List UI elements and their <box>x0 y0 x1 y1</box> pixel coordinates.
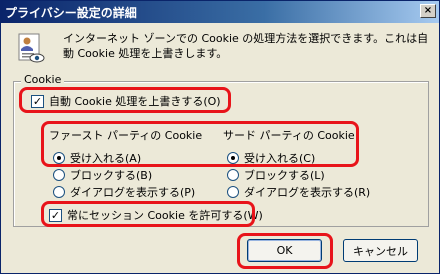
privacy-document-icon <box>18 33 45 63</box>
dialog-title: プライバシー設定の詳細 <box>5 5 137 20</box>
highlight-override-auto <box>19 87 231 113</box>
first-party-block-radio[interactable] <box>53 169 65 181</box>
highlight-party-headings <box>41 121 359 167</box>
description-text: インターネット ゾーンでの Cookie の処理方法を選択できます。これは自動 … <box>63 32 429 60</box>
first-party-prompt-label: ダイアログを表示する(P) <box>70 186 196 199</box>
third-party-prompt-radio[interactable] <box>227 186 239 198</box>
third-party-block-label: ブロックする(L) <box>244 169 325 182</box>
first-party-prompt-radio[interactable] <box>53 186 65 198</box>
third-party-prompt-radio-row[interactable]: ダイアログを表示する(R) <box>227 184 370 200</box>
group-label: Cookie <box>21 73 65 86</box>
highlight-ok-button <box>237 233 333 269</box>
third-party-prompt-label: ダイアログを表示する(R) <box>244 186 371 199</box>
close-button[interactable]: × <box>420 4 436 18</box>
highlight-session-cookies <box>41 201 255 227</box>
first-party-block-radio-row[interactable]: ブロックする(B) <box>53 167 152 183</box>
title-bar: プライバシー設定の詳細 × <box>1 1 439 23</box>
third-party-block-radio[interactable] <box>227 169 239 181</box>
cancel-button[interactable]: キャンセル <box>343 239 418 262</box>
third-party-block-radio-row[interactable]: ブロックする(L) <box>227 167 325 183</box>
first-party-prompt-radio-row[interactable]: ダイアログを表示する(P) <box>53 184 195 200</box>
first-party-block-label: ブロックする(B) <box>70 169 153 182</box>
privacy-settings-dialog: プライバシー設定の詳細 × インターネット ゾーンでの Cookie の処理方法… <box>0 0 440 274</box>
